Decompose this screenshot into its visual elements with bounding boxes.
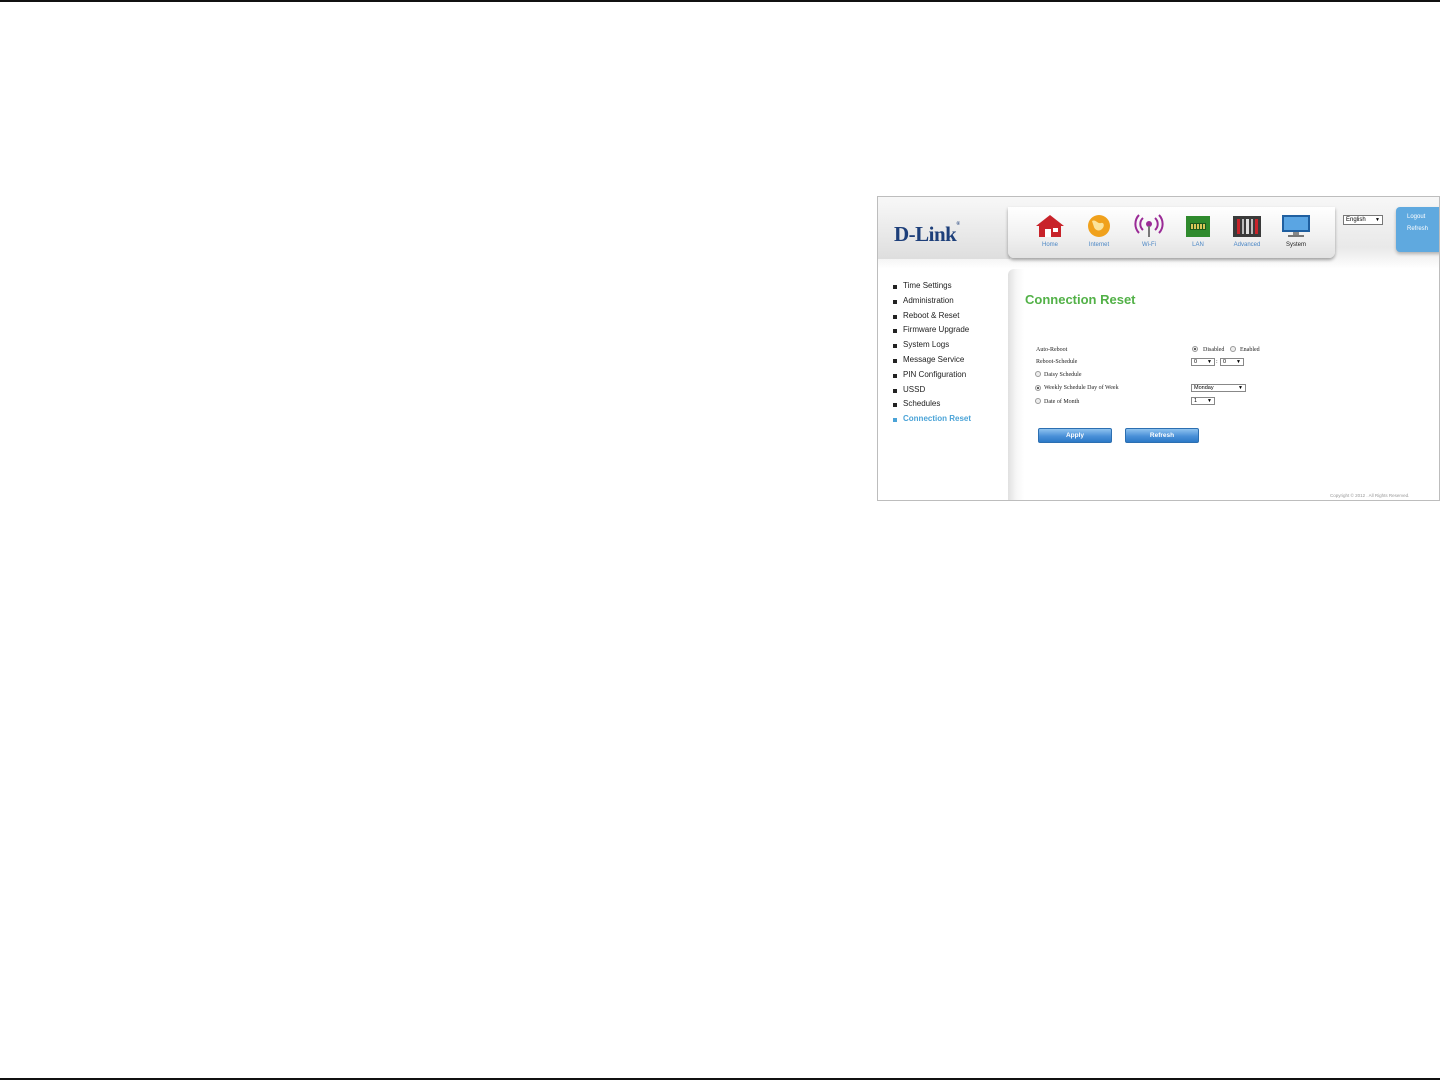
logout-link[interactable]: Logout bbox=[1396, 211, 1439, 223]
chevron-down-icon: ▼ bbox=[1375, 217, 1380, 223]
sidebar-item-system-logs[interactable]: System Logs bbox=[892, 338, 1002, 353]
daily-schedule-label: Daisy Schedule bbox=[1044, 372, 1082, 378]
daily-schedule-radio[interactable] bbox=[1035, 371, 1041, 377]
globe-icon bbox=[1088, 215, 1110, 237]
bullet-icon bbox=[893, 285, 897, 289]
chevron-down-icon: ▼ bbox=[1207, 359, 1212, 365]
weekday-value: Monday bbox=[1194, 385, 1214, 391]
sidebar-item-message-service[interactable]: Message Service bbox=[892, 353, 1002, 368]
hour-value: 0 bbox=[1194, 359, 1198, 365]
nav-advanced[interactable]: Advanced bbox=[1227, 213, 1267, 249]
nav-internet[interactable]: Internet bbox=[1079, 213, 1119, 249]
sidebar: Time Settings Administration Reboot & Re… bbox=[892, 279, 1002, 427]
sidebar-item-reboot-reset[interactable]: Reboot & Reset bbox=[892, 309, 1002, 324]
nav-system-label: System bbox=[1285, 242, 1306, 248]
language-select[interactable]: English ▼ bbox=[1343, 215, 1383, 225]
dlink-logo: D-Link® bbox=[894, 222, 960, 246]
auto-reboot-disabled-label: Disabled bbox=[1203, 347, 1225, 353]
chevron-down-icon: ▼ bbox=[1236, 359, 1241, 365]
nav-internet-label: Internet bbox=[1088, 242, 1110, 248]
hour-select[interactable]: 0 ▼ bbox=[1191, 358, 1215, 366]
auto-reboot-enabled-label: Enabled bbox=[1240, 347, 1260, 353]
monthly-schedule-label: Date of Month bbox=[1044, 399, 1080, 405]
top-nav: Home Internet Wi-Fi LAN Advanced System bbox=[1008, 207, 1335, 258]
nav-wifi-label: Wi-Fi bbox=[1142, 242, 1156, 248]
month-date-select[interactable]: 1 ▼ bbox=[1191, 397, 1215, 405]
nav-system[interactable]: System bbox=[1276, 213, 1316, 249]
time-separator: : bbox=[1216, 359, 1218, 365]
chevron-down-icon: ▼ bbox=[1207, 398, 1212, 404]
monitor-icon bbox=[1282, 215, 1310, 237]
bullet-icon bbox=[893, 299, 897, 304]
lan-icon bbox=[1186, 216, 1210, 237]
auto-reboot-disabled-radio[interactable] bbox=[1192, 346, 1198, 352]
language-value: English bbox=[1346, 217, 1366, 223]
chevron-down-icon: ▼ bbox=[1238, 385, 1243, 391]
apply-button[interactable]: Apply bbox=[1038, 428, 1112, 443]
bullet-icon bbox=[893, 418, 897, 423]
monthly-schedule-radio[interactable] bbox=[1035, 398, 1041, 404]
home-icon bbox=[1036, 215, 1064, 237]
sidebar-item-connection-reset[interactable]: Connection Reset bbox=[892, 412, 1002, 427]
copyright-text: Copyright © 2012 . All Rights Reserved. bbox=[1330, 493, 1410, 498]
sidebar-item-ussd[interactable]: USSD bbox=[892, 383, 1002, 398]
wifi-icon bbox=[1134, 214, 1164, 237]
reboot-schedule-label: Reboot-Schedule bbox=[1036, 359, 1078, 365]
account-panel: Logout Refresh bbox=[1396, 207, 1439, 252]
minute-select[interactable]: 0 ▼ bbox=[1220, 358, 1244, 366]
nav-lan-label: LAN bbox=[1192, 242, 1204, 248]
refresh-button[interactable]: Refresh bbox=[1125, 428, 1199, 443]
nav-advanced-label: Advanced bbox=[1233, 242, 1261, 248]
nav-lan[interactable]: LAN bbox=[1178, 213, 1218, 249]
sidebar-item-schedules[interactable]: Schedules bbox=[892, 397, 1002, 412]
sidebar-item-firmware-upgrade[interactable]: Firmware Upgrade bbox=[892, 323, 1002, 338]
weekly-schedule-radio[interactable] bbox=[1035, 385, 1041, 391]
weekly-schedule-label: Weekly Schedule Day of Week bbox=[1044, 385, 1119, 391]
sidebar-item-administration[interactable]: Administration bbox=[892, 294, 1002, 309]
auto-reboot-label: Auto-Reboot bbox=[1036, 347, 1068, 353]
bullet-icon bbox=[893, 388, 897, 393]
bullet-icon bbox=[893, 358, 897, 363]
tools-icon bbox=[1233, 216, 1261, 237]
weekday-select[interactable]: Monday ▼ bbox=[1191, 384, 1246, 392]
month-date-value: 1 bbox=[1194, 398, 1198, 404]
sidebar-item-pin-configuration[interactable]: PIN Configuration bbox=[892, 368, 1002, 383]
bullet-icon bbox=[893, 314, 897, 319]
minute-value: 0 bbox=[1223, 359, 1227, 365]
auto-reboot-enabled-radio[interactable] bbox=[1230, 346, 1236, 352]
bullet-icon bbox=[893, 344, 897, 349]
bullet-icon bbox=[893, 373, 897, 378]
router-admin-screenshot: D-Link® Home Internet Wi-Fi LAN Advanced… bbox=[877, 196, 1440, 501]
nav-home[interactable]: Home bbox=[1030, 213, 1070, 249]
bullet-icon bbox=[893, 329, 897, 334]
page-title: Connection Reset bbox=[1025, 292, 1136, 307]
bullet-icon bbox=[893, 403, 897, 408]
refresh-link[interactable]: Refresh bbox=[1396, 223, 1439, 235]
page-bottom-rule bbox=[0, 1078, 1440, 1080]
nav-wifi[interactable]: Wi-Fi bbox=[1129, 213, 1169, 249]
page-top-rule bbox=[0, 0, 1440, 2]
nav-home-label: Home bbox=[1041, 242, 1058, 248]
sidebar-item-time-settings[interactable]: Time Settings bbox=[892, 279, 1002, 294]
